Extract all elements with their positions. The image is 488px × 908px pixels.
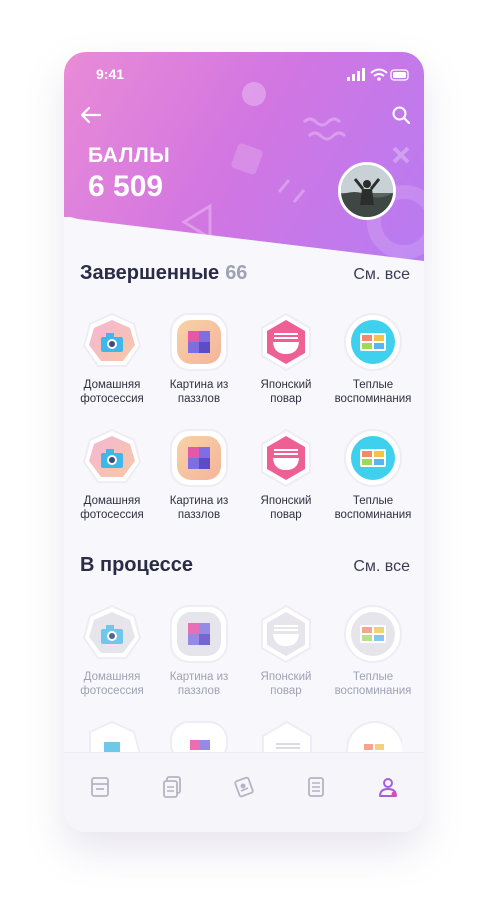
camera-icon (82, 604, 142, 659)
badge-label-line-1: Теплые (352, 671, 394, 683)
badge-label-line-1: Домашняя (83, 671, 141, 683)
badge-label-line-2: воспоминания (334, 509, 412, 521)
badge-label-line-1: Картина из (169, 671, 229, 683)
badge-label-line-2: фотосессия (80, 393, 144, 405)
badge-label-line-2: паззлов (177, 393, 221, 405)
in-progress-see-all-link[interactable]: См. все (353, 558, 410, 576)
badge-label-line-2: фотосессия (80, 685, 144, 697)
camera-icon (82, 428, 142, 483)
badge-label-line-1: Японский (260, 379, 312, 391)
badge-japanese-chef[interactable]: Японский повар (244, 604, 328, 698)
badge-label-line-2: воспоминания (334, 393, 412, 405)
badge-home-photoshoot[interactable]: Домашняя фотосессия (70, 312, 154, 406)
completed-count: 66 (225, 262, 248, 284)
badge-label-line-1: Домашняя (83, 379, 141, 391)
badge-label-line-2: повар (270, 393, 302, 405)
badge-japanese-chef[interactable]: Японский повар (244, 312, 328, 406)
badge-puzzle-picture[interactable]: Картина из паззлов (157, 428, 241, 522)
documents-icon (163, 776, 181, 798)
puzzle-icon (170, 313, 228, 371)
noodle-bowl-icon (261, 312, 311, 372)
profile-icon (379, 778, 397, 797)
badge-warm-memories[interactable]: Теплые воспоминания (331, 312, 415, 406)
badge-japanese-chef[interactable]: Японский повар (244, 428, 328, 522)
completed-see-all-link[interactable]: См. все (353, 266, 410, 284)
in-progress-section-title: В процессе (80, 554, 194, 576)
badge-home-photoshoot[interactable]: Домашняя фотосессия (70, 604, 154, 698)
badge-label-line-2: паззлов (177, 509, 221, 521)
cards-icon (234, 776, 254, 798)
badge-label-line-2: повар (270, 685, 302, 697)
badge-label-line-1: Домашняя (83, 495, 141, 507)
wallet-icon (91, 777, 109, 797)
phone-screen: 9:41 БАЛЛЫ 6 509 Завершенные 66 См. все … (64, 52, 424, 832)
puzzle-icon (170, 605, 228, 663)
nav-documents[interactable] (148, 763, 196, 811)
badge-home-photoshoot[interactable]: Домашняя фотосессия (70, 428, 154, 522)
badge-label-line-2: повар (270, 509, 302, 521)
completed-section-title: Завершенные 66 (80, 262, 247, 285)
content-area: Завершенные 66 См. все Домашняя фотосесси… (64, 52, 424, 760)
badge-puzzle-picture[interactable]: Картина из паззлов (157, 312, 241, 406)
badge-label-line-2: паззлов (177, 685, 221, 697)
badge-label-line-1: Теплые (352, 379, 394, 391)
photo-album-icon (344, 313, 402, 371)
completed-title: Завершенные (80, 262, 220, 284)
nav-list[interactable] (292, 763, 340, 811)
badge-warm-memories[interactable]: Теплые воспоминания (331, 604, 415, 698)
badge-label-line-1: Японский (260, 671, 312, 683)
puzzle-icon (170, 429, 228, 487)
badge-label-line-1: Японский (260, 495, 312, 507)
camera-icon (82, 312, 142, 367)
photo-album-icon (344, 429, 402, 487)
photo-album-icon (344, 605, 402, 663)
nav-wallet[interactable] (76, 763, 124, 811)
badge-warm-memories[interactable]: Теплые воспоминания (331, 428, 415, 522)
badge-label-line-1: Картина из (169, 495, 229, 507)
bottom-navigation (64, 752, 424, 832)
badge-label-line-2: фотосессия (80, 509, 144, 521)
nav-cards[interactable] (220, 763, 268, 811)
noodle-bowl-icon (261, 604, 311, 664)
badge-label-line-1: Картина из (169, 379, 229, 391)
nav-profile[interactable] (364, 763, 412, 811)
badge-puzzle-picture[interactable]: Картина из паззлов (157, 604, 241, 698)
noodle-bowl-icon (261, 428, 311, 488)
badge-label-line-2: воспоминания (334, 685, 412, 697)
list-icon (308, 777, 324, 797)
badge-label-line-1: Теплые (352, 495, 394, 507)
